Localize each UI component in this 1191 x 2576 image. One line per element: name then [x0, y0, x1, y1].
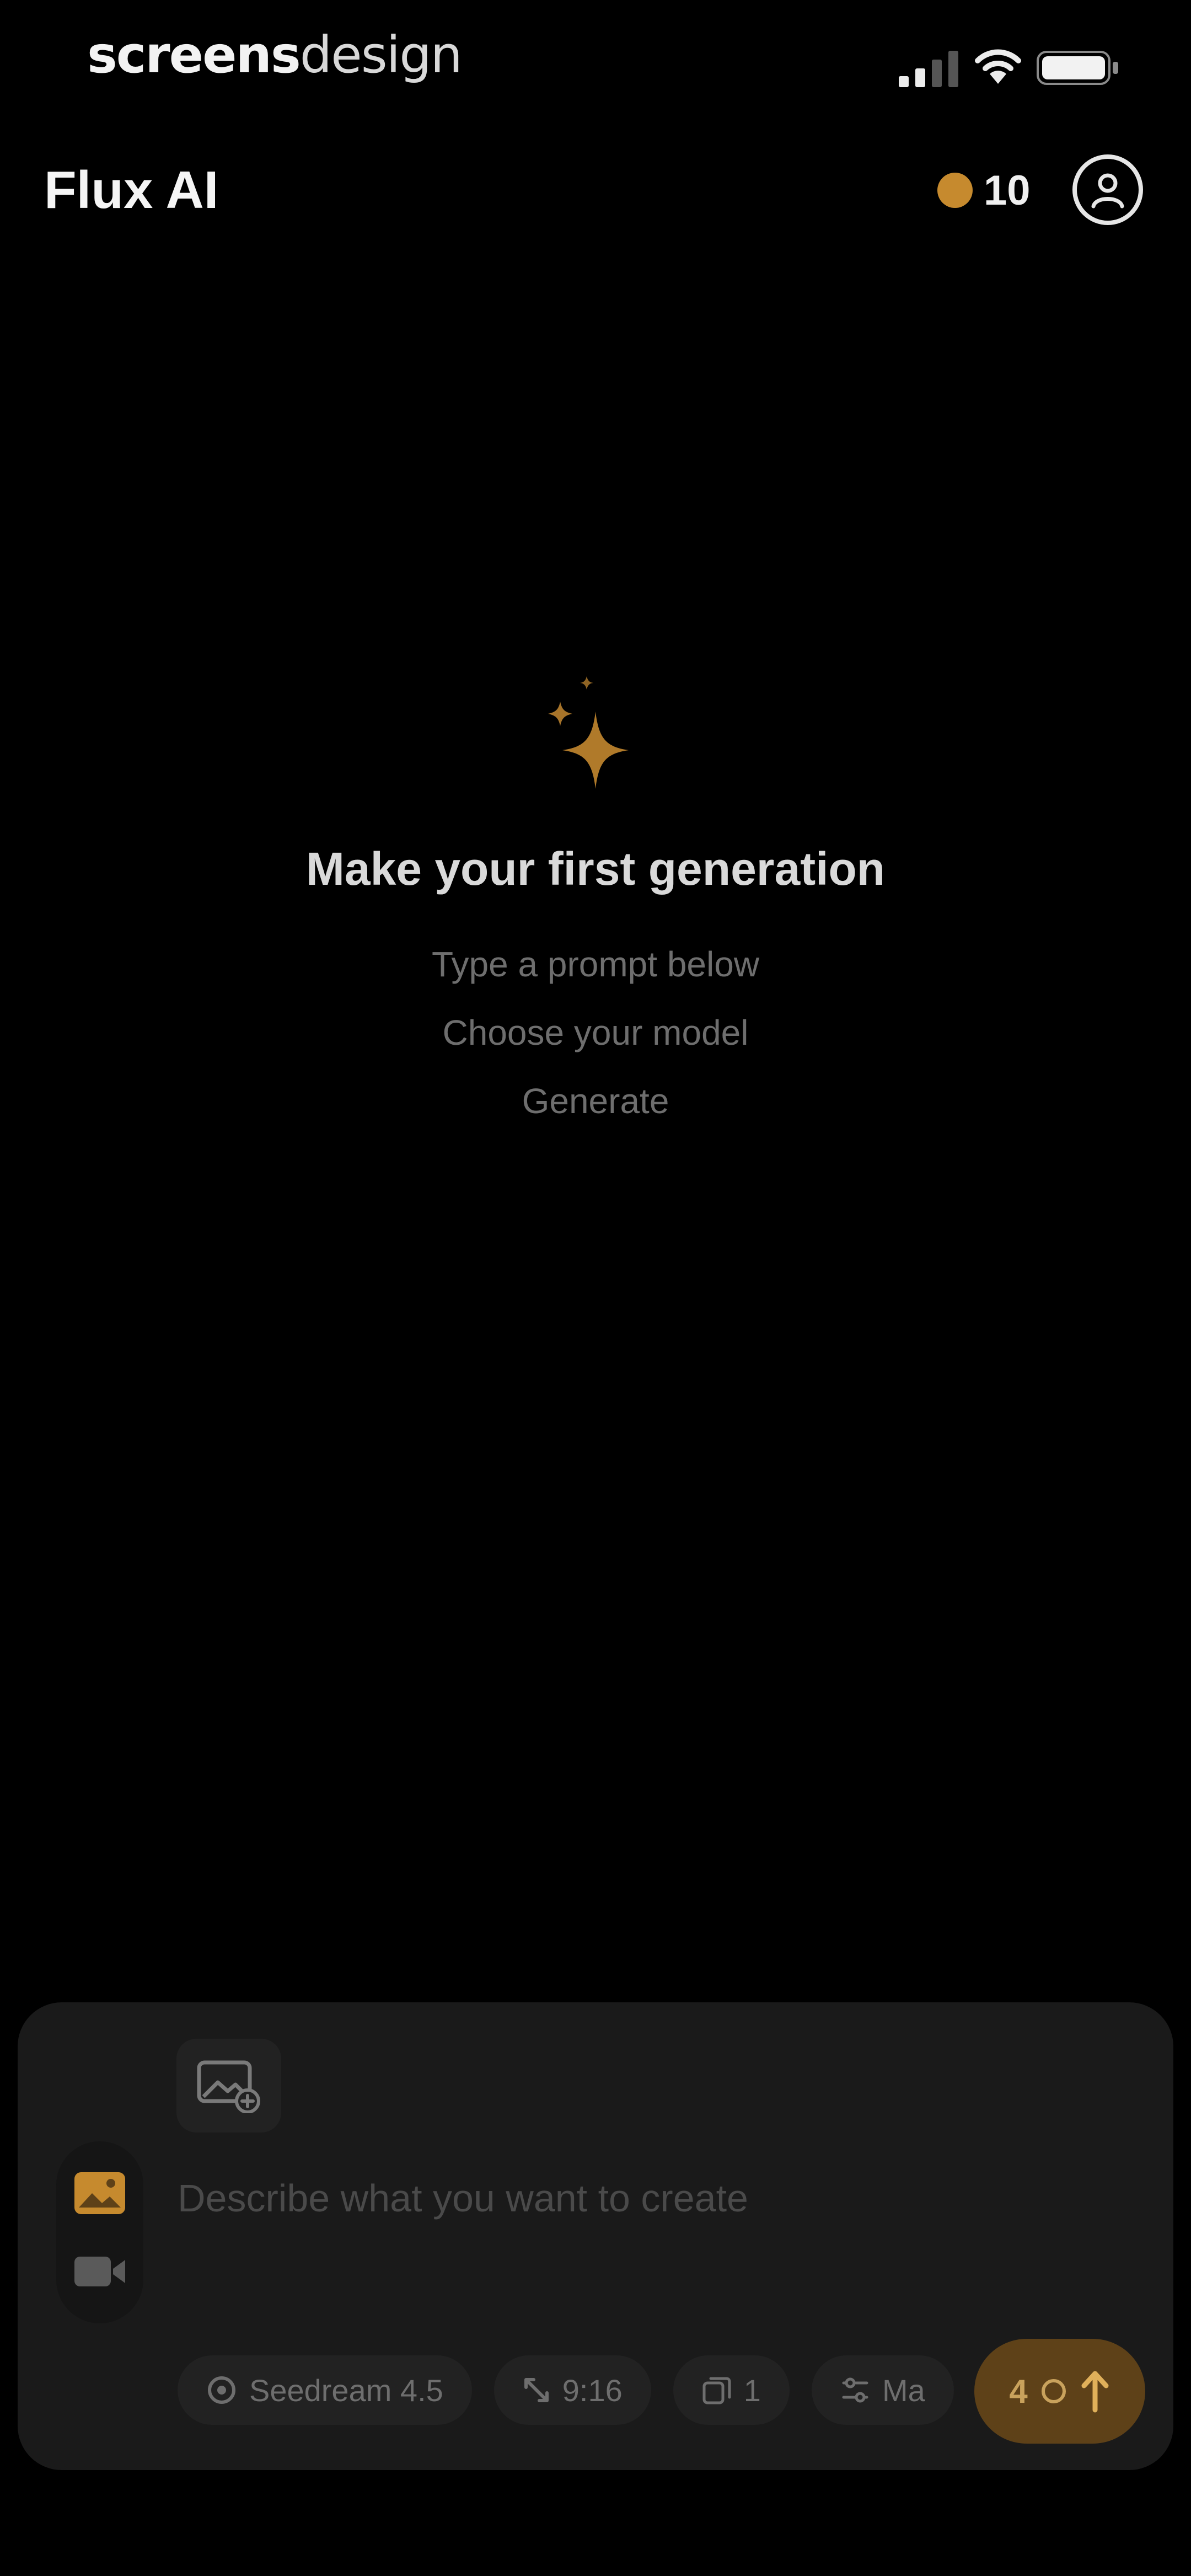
model-icon	[208, 2376, 235, 2404]
coin-icon	[937, 173, 973, 208]
credits-badge[interactable]: 10	[937, 160, 1031, 221]
generate-button[interactable]: 4	[974, 2339, 1145, 2444]
cellular-signal-icon	[899, 51, 958, 87]
sparkle-icon	[548, 676, 629, 789]
aspect-ratio-icon	[524, 2378, 549, 2402]
more-options-chip-label: Ma	[882, 2372, 925, 2408]
app-header: Flux AI 10	[0, 138, 1191, 243]
count-chip[interactable]: 1	[673, 2355, 790, 2425]
step-item: Choose your model	[442, 1013, 749, 1052]
prompt-composer: Seedream 4.5 9:16 1 Ma 4	[18, 2002, 1173, 2470]
model-chip-label: Seedream 4.5	[249, 2372, 443, 2408]
video-mode-button[interactable]	[72, 2244, 127, 2299]
brand-watermark: screensdesign	[87, 22, 463, 88]
wifi-icon	[975, 49, 1021, 84]
attach-image-button[interactable]	[176, 2039, 281, 2133]
brand-bold-text: screens	[87, 25, 301, 84]
mode-switch	[56, 2141, 143, 2323]
brand-light-text: design	[299, 25, 463, 84]
settings-sliders-icon	[842, 2377, 868, 2403]
aspect-ratio-chip-label: 9:16	[562, 2372, 623, 2408]
options-bar: Seedream 4.5 9:16 1 Ma	[178, 2355, 972, 2427]
coin-small-icon	[1041, 2379, 1066, 2403]
more-options-chip[interactable]: Ma	[811, 2355, 954, 2425]
empty-state-title: Make your first generation	[305, 843, 886, 895]
image-icon	[74, 2172, 125, 2214]
credit-count: 10	[984, 167, 1031, 214]
step-item: Generate	[522, 1081, 669, 1121]
empty-state-steps: Type a prompt below Choose your model Ge…	[0, 930, 1191, 1135]
battery-icon	[1037, 51, 1118, 85]
profile-button[interactable]	[1072, 154, 1143, 225]
prompt-input[interactable]	[178, 2168, 1115, 2333]
profile-icon	[1091, 173, 1124, 209]
generate-cost: 4	[1009, 2372, 1028, 2410]
aspect-ratio-chip[interactable]: 9:16	[493, 2355, 651, 2425]
step-item: Type a prompt below	[431, 944, 760, 984]
arrow-up-icon	[1081, 2371, 1109, 2413]
status-bar: screensdesign	[0, 0, 1191, 132]
empty-state: Make your first generation Type a prompt…	[0, 673, 1191, 1135]
video-icon	[74, 2257, 125, 2286]
count-chip-label: 1	[743, 2372, 761, 2408]
model-chip[interactable]: Seedream 4.5	[178, 2355, 472, 2425]
image-upload-icon	[197, 2060, 260, 2113]
image-mode-button[interactable]	[72, 2166, 127, 2221]
count-icon	[702, 2377, 731, 2404]
app-title: Flux AI	[44, 161, 219, 220]
